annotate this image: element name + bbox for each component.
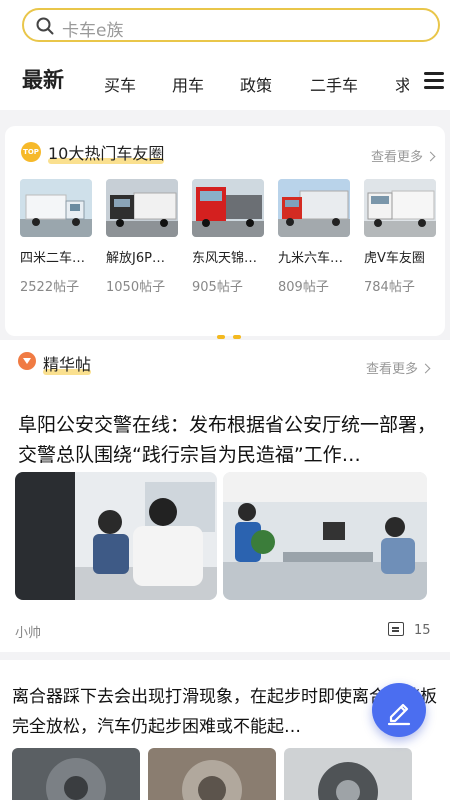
circle-name: 虎V车友圈 [364, 251, 425, 266]
search-icon [36, 17, 54, 35]
circle-name: 解放J6P… [106, 251, 165, 266]
circle-name: 四米二车… [20, 251, 86, 266]
tab-used-car[interactable]: 二手车 [310, 72, 358, 96]
compose-button[interactable] [372, 683, 426, 737]
circle-name: 九米六车… [278, 251, 344, 266]
post-photo[interactable] [223, 472, 427, 600]
truck-image [106, 179, 178, 237]
hot-circles-card: TOP 10大热门车友圈 查看更多 四米二车… 2522帖子 解放J6P… 10… [5, 126, 445, 339]
chevron-right-icon [425, 151, 436, 162]
essence-title: 精华帖 [43, 355, 92, 375]
truck-image [20, 179, 92, 237]
truck-image [278, 179, 350, 237]
circle-item[interactable]: 解放J6P… 1050帖子 [106, 179, 180, 295]
search-input[interactable]: 卡车e族 [22, 8, 440, 42]
comment-icon[interactable] [388, 622, 404, 636]
chevron-right-icon [420, 363, 431, 374]
circle-post-count: 2522帖子 [20, 280, 80, 295]
hot-circles-title: 10大热门车友圈 [48, 144, 165, 164]
hot-circles-more-link[interactable]: 查看更多 [371, 146, 436, 165]
comment-count: 15 [414, 623, 431, 638]
tab-buy-car[interactable]: 买车 [104, 72, 136, 96]
post-photo[interactable] [15, 472, 217, 600]
category-tabs: 最新 买车 用车 政策 二手车 求 [0, 50, 450, 110]
tab-more-partial[interactable]: 求 [395, 72, 409, 96]
tab-latest[interactable]: 最新 [22, 64, 64, 94]
top-badge-icon: TOP [21, 142, 41, 162]
search-bar-area: 卡车e族 [0, 0, 450, 50]
search-placeholder: 卡车e族 [62, 21, 124, 41]
truck-image [364, 179, 436, 237]
menu-icon[interactable] [424, 72, 444, 90]
post-title[interactable]: 阜阳公安交警在线：发布根据省公安厅统一部署，交警总队围绕“践行宗旨为民造福”工作… [18, 410, 438, 470]
circle-post-count: 784帖子 [364, 280, 415, 295]
truck-image [192, 179, 264, 237]
circle-post-count: 1050帖子 [106, 280, 166, 295]
tab-policy[interactable]: 政策 [240, 72, 272, 96]
post-photo[interactable] [284, 748, 412, 800]
circle-post-count: 809帖子 [278, 280, 329, 295]
circle-item[interactable]: 四米二车… 2522帖子 [20, 179, 94, 295]
gem-icon [18, 352, 36, 370]
circle-item[interactable]: 九米六车… 809帖子 [278, 179, 352, 295]
post-author[interactable]: 小帅 [15, 622, 41, 641]
post-photo[interactable] [12, 748, 140, 800]
tab-label: 最新 [22, 68, 64, 92]
essence-posts-card: 精华帖 查看更多 阜阳公安交警在线：发布根据省公安厅统一部署，交警总队围绕“践行… [0, 340, 450, 652]
pencil-icon [387, 703, 411, 726]
essence-more-link[interactable]: 查看更多 [366, 358, 431, 377]
circle-item[interactable]: 虎V车友圈 784帖子 [364, 179, 438, 295]
tab-use-car[interactable]: 用车 [172, 72, 204, 96]
post-photo[interactable] [148, 748, 276, 800]
circle-item[interactable]: 东风天锦… 905帖子 [192, 179, 266, 295]
circle-name: 东风天锦… [192, 251, 258, 266]
circle-post-count: 905帖子 [192, 280, 243, 295]
